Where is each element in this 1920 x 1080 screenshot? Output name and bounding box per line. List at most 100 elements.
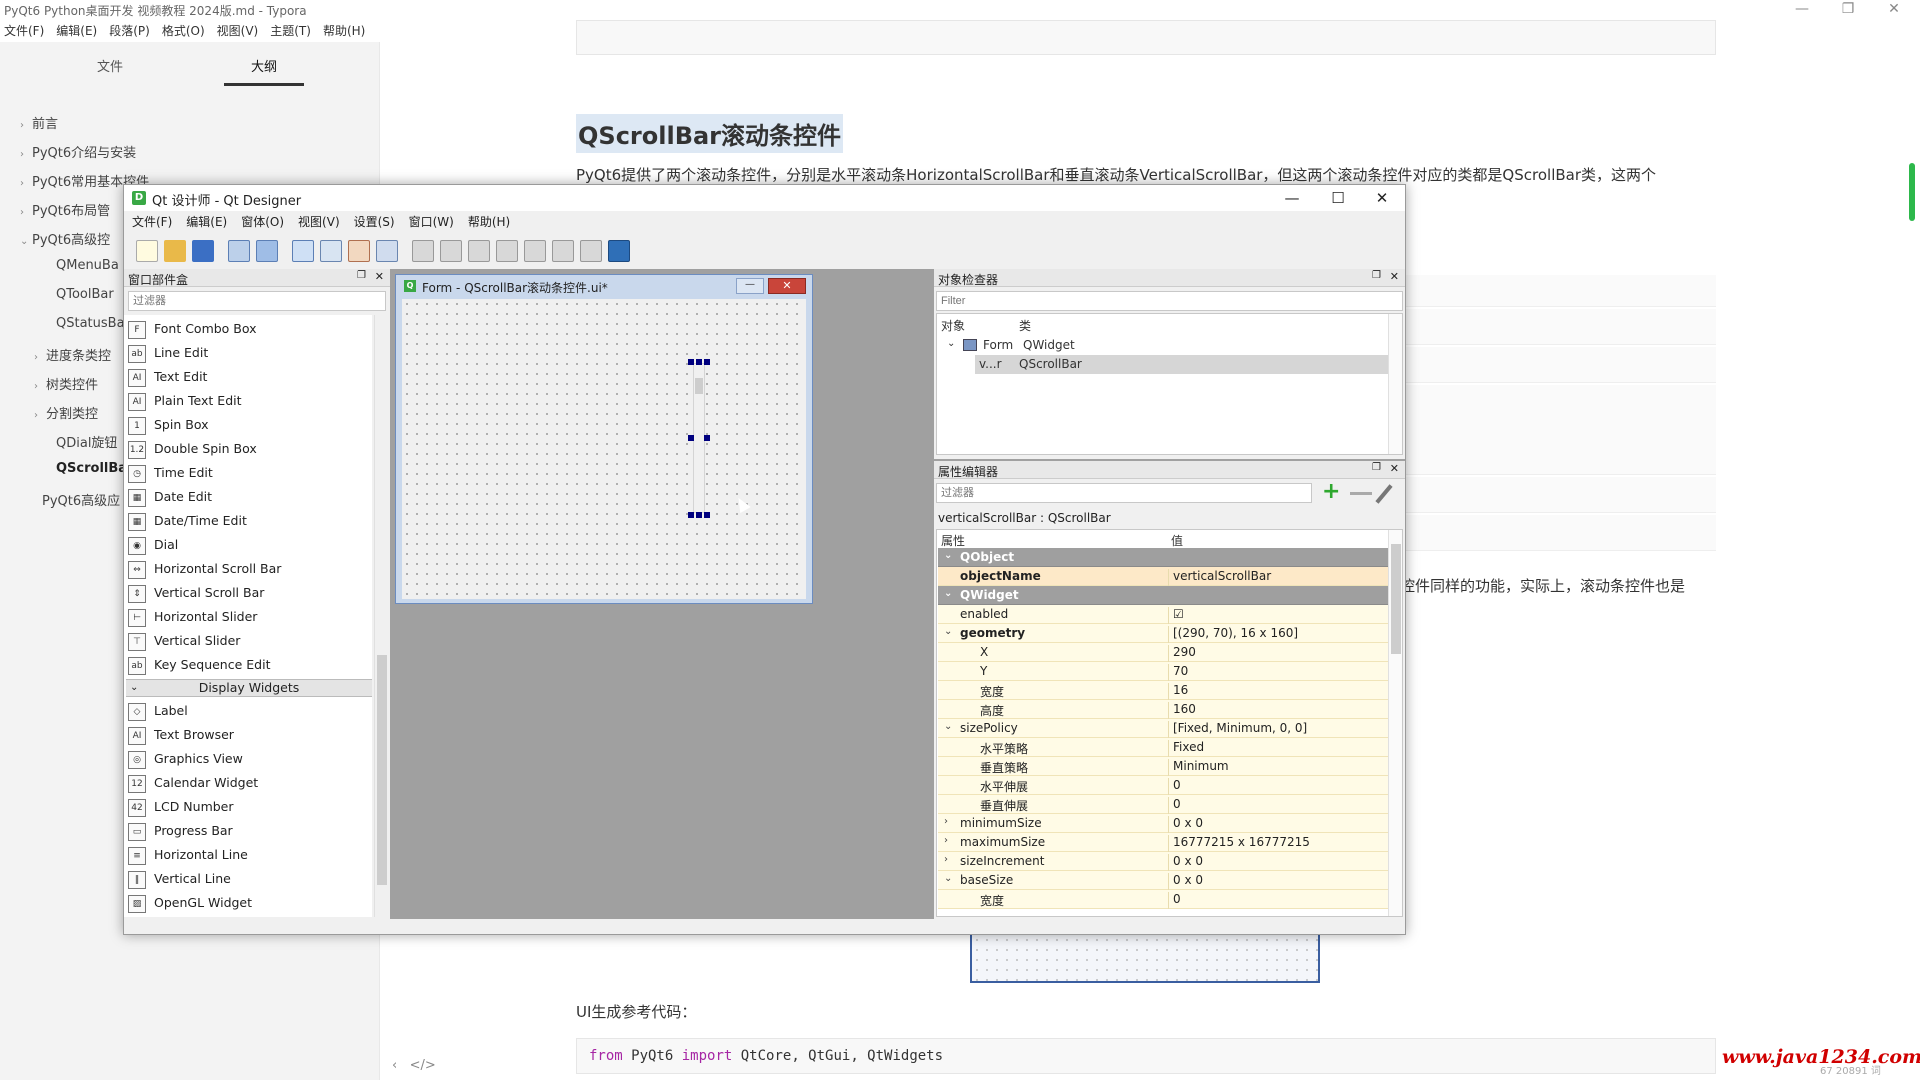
property-row[interactable]: › minimumSize 0 x 0 [938,814,1393,833]
menu-file[interactable]: 文件(F) [132,213,172,230]
property-row[interactable]: ⌄ sizePolicy [Fixed, Minimum, 0, 0] [938,719,1393,738]
widget-item[interactable]: 1.2 Double Spin Box [128,437,368,461]
selection-handle[interactable] [704,435,710,441]
scrollbar-handle[interactable] [695,378,703,394]
add-property-icon[interactable]: + [1322,481,1340,503]
widget-item[interactable]: ◉ Dial [128,533,368,557]
menu-window[interactable]: 窗口(W) [409,213,454,230]
widget-filter-input[interactable] [128,291,386,311]
property-row[interactable]: › maximumSize 16777215 x 16777215 [938,833,1393,852]
outline-item[interactable]: › 进度条类控 [34,345,111,364]
selection-handle[interactable] [696,359,702,365]
form-close-button[interactable]: ✕ [768,278,806,294]
property-value[interactable]: verticalScrollBar [1168,569,1271,586]
outline-item[interactable]: QScrollBa [44,461,127,476]
new-file-icon[interactable] [136,240,158,262]
float-icon[interactable]: ❐ [1372,462,1381,473]
widget-list-scrollbar[interactable] [374,315,388,917]
property-value[interactable]: Minimum [1168,759,1229,776]
form-canvas[interactable] [402,299,806,599]
widget-item[interactable]: ≡ Horizontal Line [128,843,368,867]
property-row[interactable]: 宽度 16 [938,681,1393,700]
widget-item[interactable]: 1 Spin Box [128,413,368,437]
widget-item[interactable]: AI Plain Text Edit [128,389,368,413]
close-button[interactable]: ✕ [1360,187,1404,209]
widget-item[interactable]: ab Line Edit [128,341,368,365]
selection-handle[interactable] [696,512,702,518]
chevron-icon[interactable]: › [20,178,32,189]
menu-settings[interactable]: 设置(S) [354,213,395,230]
chevron-icon[interactable]: › [34,381,46,392]
outline-item[interactable]: › 分割类控 [34,403,98,422]
widget-item[interactable]: ab Key Sequence Edit [128,653,368,677]
enabled-checkbox[interactable]: ☑ [1168,607,1184,624]
menu-help[interactable]: 帮助(H) [323,22,365,39]
property-row[interactable]: 水平策略 Fixed [938,738,1393,757]
layout-form-icon[interactable] [552,240,574,262]
menu-file[interactable]: 文件(F) [4,22,44,39]
widget-item[interactable]: ‖ Vertical Line [128,867,368,891]
widget-item[interactable]: ◇ Label [128,699,368,723]
outline-item[interactable]: › 前言 [20,113,58,132]
property-row[interactable]: objectName verticalScrollBar [938,567,1393,586]
close-icon[interactable]: ✕ [375,270,384,283]
chevron-icon[interactable]: › [20,120,32,131]
break-layout-icon[interactable] [580,240,602,262]
outline-item[interactable]: QStatusBa [44,316,125,331]
property-value[interactable]: 70 [1168,664,1188,681]
expand-icon[interactable]: › [944,816,948,827]
property-value[interactable]: Fixed [1168,740,1204,757]
widget-item[interactable]: ◎ Graphics View [128,747,368,771]
selection-handle[interactable] [688,512,694,518]
adjust-size-icon[interactable] [608,240,630,262]
widget-item[interactable]: ▭ Progress Bar [128,819,368,843]
configure-wrench-icon[interactable] [1375,484,1393,504]
expand-icon[interactable]: ⌄ [944,721,952,732]
layout-splitter-v-icon[interactable] [496,240,518,262]
outline-item[interactable]: QMenuBa [44,258,119,273]
property-value[interactable]: 0 [1168,892,1181,909]
menu-edit[interactable]: 编辑(E) [186,213,227,230]
property-value[interactable]: 0 x 0 [1168,816,1203,833]
open-file-icon[interactable] [164,240,186,262]
property-filter-input[interactable] [936,483,1312,503]
property-row[interactable]: 宽度 0 [938,890,1393,909]
object-tree-scrollbar[interactable] [1388,314,1402,454]
chevron-icon[interactable]: › [20,207,32,218]
property-value[interactable]: [(290, 70), 16 x 160] [1168,626,1298,643]
chevron-icon[interactable]: › [34,352,46,363]
form-window[interactable]: Q Form - QScrollBar滚动条控件.ui* — ✕ [395,274,813,604]
menu-format[interactable]: 格式(O) [162,22,205,39]
layout-vertical-icon[interactable] [440,240,462,262]
property-row[interactable]: ⌄ geometry [(290, 70), 16 x 160] [938,624,1393,643]
send-to-back-icon[interactable] [228,240,250,262]
menu-theme[interactable]: 主题(T) [270,22,311,39]
column-header-class[interactable]: 类 [1019,317,1031,334]
save-icon[interactable] [192,240,214,262]
widget-item[interactable]: 42 LCD Number [128,795,368,819]
menu-help[interactable]: 帮助(H) [468,213,510,230]
maximize-button[interactable]: ☐ [1316,187,1360,209]
selection-handle[interactable] [704,359,710,365]
widget-item[interactable]: AI Text Edit [128,365,368,389]
expand-icon[interactable]: ⌄ [944,626,952,637]
property-value[interactable]: 290 [1168,645,1196,662]
widget-item[interactable]: ▨ OpenGL Widget [128,891,368,915]
chevron-down-icon[interactable]: ⌄ [130,680,138,696]
doc-scrollbar[interactable] [1909,163,1915,221]
tree-row-selected[interactable]: v...r QScrollBar [975,355,1391,374]
expand-icon[interactable]: › [944,835,948,846]
property-group-row[interactable]: ⌄ QWidget [938,586,1393,605]
outline-item[interactable]: › PyQt6布局管 [20,200,110,219]
widget-item[interactable]: AI Text Browser [128,723,368,747]
form-minimize-button[interactable]: — [736,278,764,294]
float-icon[interactable]: ❐ [357,270,366,281]
widget-item[interactable]: ⇕ Vertical Scroll Bar [128,581,368,605]
edit-tab-order-icon[interactable] [376,240,398,262]
widget-item[interactable]: 12 Calendar Widget [128,771,368,795]
scrollbar-thumb[interactable] [377,655,387,885]
property-value[interactable]: 0 [1168,778,1181,795]
widget-item[interactable]: ▦ Date Edit [128,485,368,509]
widget-category-header[interactable]: ⌄ Display Widgets [126,679,372,697]
widget-item[interactable]: ⊤ Vertical Slider [128,629,368,653]
